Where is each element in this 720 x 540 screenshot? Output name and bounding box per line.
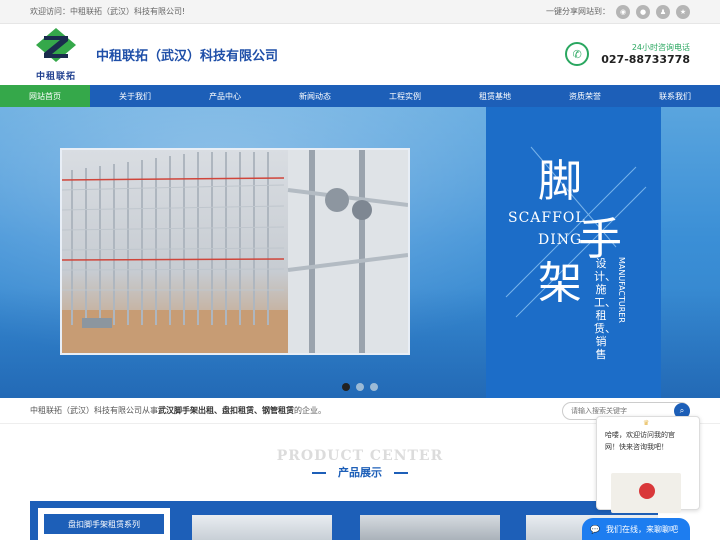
- welcome-text: 欢迎访问：中租联拓（武汉）科技有限公司!: [30, 7, 186, 16]
- intro-suffix: 的企业。: [294, 406, 326, 415]
- nav-item-about[interactable]: 关于我们: [90, 85, 180, 107]
- product-title-cn: 产品展示: [338, 466, 382, 479]
- product-thumb-2[interactable]: [360, 515, 500, 540]
- chat-greeting: 哈喽，欢迎访问我的官网！快来咨询我吧！: [605, 431, 675, 451]
- header: 中租联拓 中租联拓（武汉）科技有限公司 ✆ 24小时咨询电话 027-88733…: [0, 24, 720, 84]
- chat-icon: 💬: [590, 524, 600, 534]
- top-bar: 欢迎访问：中租联拓（武汉）科技有限公司! 一键分享网站到： ◉ ● ♟ ★: [0, 0, 720, 24]
- nav-item-honors[interactable]: 资质荣誉: [540, 85, 630, 107]
- logo-mark-icon: [36, 28, 76, 62]
- chat-bar[interactable]: 💬 我们在线，来聊聊吧: [582, 518, 690, 540]
- product-category-list: 盘扣脚手架租赁系列: [38, 508, 170, 540]
- slider-dot-3[interactable]: [370, 383, 378, 391]
- company-name: 中租联拓（武汉）科技有限公司: [96, 48, 279, 64]
- share-label: 一键分享网站到：: [546, 7, 610, 16]
- intro-prefix: 中租联拓（武汉）科技有限公司从事: [30, 406, 158, 415]
- banner-char-1: 脚: [538, 156, 582, 207]
- slider-dot-2[interactable]: [356, 383, 364, 391]
- logo[interactable]: 中租联拓: [30, 26, 82, 82]
- product-area: 盘扣脚手架租赁系列: [30, 501, 658, 540]
- brand: 中租联拓 中租联拓（武汉）科技有限公司: [30, 26, 278, 82]
- weibo-icon[interactable]: ◉: [616, 4, 630, 19]
- banner-services: 设计、施工、租赁、销售: [594, 257, 616, 361]
- intro-highlight: 武汉脚手架出租、盘扣租赁、钢管租赁: [158, 406, 294, 415]
- product-category-item[interactable]: 盘扣脚手架租赁系列: [44, 514, 164, 534]
- logo-text: 中租联拓: [35, 72, 76, 82]
- banner-en-line-1: SCAFFOL: [508, 210, 586, 226]
- banner-text-panel: 脚 手 架 SCAFFOL DING 设计、施工、租赁、销售 MANUFACTU…: [486, 107, 661, 398]
- hotline: ✆ 24小时咨询电话 027-88733778: [565, 42, 690, 66]
- hero-banner[interactable]: 脚 手 架 SCAFFOL DING 设计、施工、租赁、销售 MANUFACTU…: [0, 107, 720, 398]
- banner-en-line-2: DING: [538, 232, 583, 248]
- wechat-icon[interactable]: ●: [636, 4, 650, 19]
- envelope-icon: [611, 473, 681, 513]
- qq-icon[interactable]: ♟: [656, 4, 670, 19]
- phone-icon: ✆: [565, 42, 590, 66]
- banner-char-3: 架: [538, 258, 582, 309]
- nav-item-news[interactable]: 新闻动态: [270, 85, 360, 107]
- nav-item-products[interactable]: 产品中心: [180, 85, 270, 107]
- main-nav: 网站首页 关于我们 产品中心 新闻动态 工程实例 租赁基地 资质荣誉 联系我们: [0, 85, 720, 107]
- chat-popup[interactable]: ♛ 哈喽，欢迎访问我的官网！快来咨询我吧！: [596, 416, 700, 513]
- crown-icon: ♛: [643, 419, 650, 427]
- qzone-icon[interactable]: ★: [676, 4, 690, 19]
- hotline-number: 027-88733778: [601, 53, 690, 66]
- nav-item-home[interactable]: 网站首页: [0, 85, 90, 107]
- product-thumb-1[interactable]: [192, 515, 332, 540]
- slider-dots: [342, 383, 378, 391]
- nav-item-contact[interactable]: 联系我们: [630, 85, 720, 107]
- slider-dot-1[interactable]: [342, 383, 350, 391]
- scaffolding-photo: [60, 148, 410, 355]
- share-bar: 一键分享网站到： ◉ ● ♟ ★: [546, 4, 690, 19]
- intro-text: 中租联拓（武汉）科技有限公司从事武汉脚手架出租、盘扣租赁、钢管租赁的企业。: [30, 405, 326, 416]
- nav-item-bases[interactable]: 租赁基地: [450, 85, 540, 107]
- banner-manufacturer: MANUFACTURER: [617, 257, 626, 323]
- hotline-label: 24小时咨询电话: [631, 43, 690, 52]
- page: 欢迎访问：中租联拓（武汉）科技有限公司! 一键分享网站到： ◉ ● ♟ ★ 中租…: [0, 0, 720, 540]
- nav-item-cases[interactable]: 工程实例: [360, 85, 450, 107]
- chat-bar-label: 我们在线，来聊聊吧: [605, 524, 678, 534]
